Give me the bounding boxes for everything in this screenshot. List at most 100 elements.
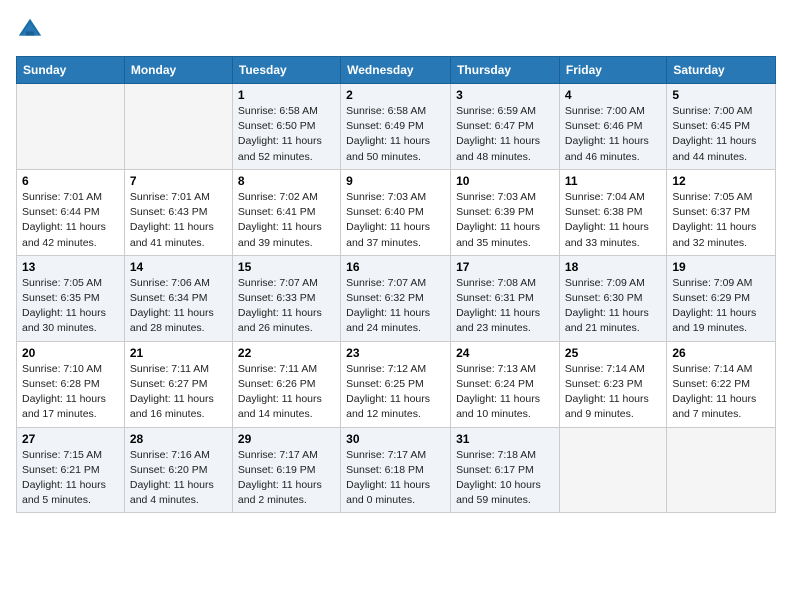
day-number: 17 [456,260,554,274]
calendar-cell: 24 Sunrise: 7:13 AM Sunset: 6:24 PM Dayli… [451,341,560,427]
calendar-cell: 10 Sunrise: 7:03 AM Sunset: 6:39 PM Dayli… [451,169,560,255]
day-info: Sunrise: 7:14 AM Sunset: 6:23 PM Dayligh… [565,362,661,423]
calendar-cell: 17Sunrise: 7:08 AM Sunset: 6:31 PM Dayli… [451,255,560,341]
day-info: Sunrise: 7:07 AM Sunset: 6:32 PM Dayligh… [346,276,445,337]
header-sunday: Sunday [17,57,125,84]
day-number: 5 [672,88,770,102]
day-number: 29 [238,432,335,446]
day-number: 25 [565,346,661,360]
calendar-cell: 12 Sunrise: 7:05 AM Sunset: 6:37 PM Dayli… [667,169,776,255]
calendar-cell: 25 Sunrise: 7:14 AM Sunset: 6:23 PM Dayli… [559,341,666,427]
day-info: Sunrise: 7:04 AM Sunset: 6:38 PM Dayligh… [565,190,661,251]
day-info: Sunrise: 6:59 AM Sunset: 6:47 PM Dayligh… [456,104,554,165]
day-number: 8 [238,174,335,188]
day-info: Sunrise: 7:15 AM Sunset: 6:21 PM Dayligh… [22,448,119,509]
calendar-cell: 15Sunrise: 7:07 AM Sunset: 6:33 PM Dayli… [232,255,340,341]
calendar-cell: 2Sunrise: 6:58 AM Sunset: 6:49 PM Daylig… [341,84,451,170]
calendar-cell: 19 Sunrise: 7:09 AM Sunset: 6:29 PM Dayli… [667,255,776,341]
day-number: 19 [672,260,770,274]
day-info: Sunrise: 7:17 AM Sunset: 6:18 PM Dayligh… [346,448,445,509]
day-number: 13 [22,260,119,274]
page-header [16,16,776,44]
day-number: 11 [565,174,661,188]
calendar-cell: 23 Sunrise: 7:12 AM Sunset: 6:25 PM Dayli… [341,341,451,427]
day-info: Sunrise: 7:10 AM Sunset: 6:28 PM Dayligh… [22,362,119,423]
day-number: 28 [130,432,227,446]
day-info: Sunrise: 7:05 AM Sunset: 6:37 PM Dayligh… [672,190,770,251]
calendar-cell: 31 Sunrise: 7:18 AM Sunset: 6:17 PM Dayli… [451,427,560,513]
days-header-row: SundayMondayTuesdayWednesdayThursdayFrid… [17,57,776,84]
header-tuesday: Tuesday [232,57,340,84]
calendar-cell: 5 Sunrise: 7:00 AM Sunset: 6:45 PM Daylig… [667,84,776,170]
header-thursday: Thursday [451,57,560,84]
calendar-table: SundayMondayTuesdayWednesdayThursdayFrid… [16,56,776,513]
calendar-cell: 27 Sunrise: 7:15 AM Sunset: 6:21 PM Dayli… [17,427,125,513]
day-number: 1 [238,88,335,102]
calendar-cell: 14 Sunrise: 7:06 AM Sunset: 6:34 PM Dayli… [124,255,232,341]
day-info: Sunrise: 7:11 AM Sunset: 6:26 PM Dayligh… [238,362,335,423]
calendar-cell: 11 Sunrise: 7:04 AM Sunset: 6:38 PM Dayli… [559,169,666,255]
day-number: 21 [130,346,227,360]
week-row-1: 1 Sunrise: 6:58 AM Sunset: 6:50 PM Daylig… [17,84,776,170]
week-row-3: 13 Sunrise: 7:05 AM Sunset: 6:35 PM Dayli… [17,255,776,341]
calendar-cell: 6 Sunrise: 7:01 AM Sunset: 6:44 PM Daylig… [17,169,125,255]
calendar-cell: 30Sunrise: 7:17 AM Sunset: 6:18 PM Dayli… [341,427,451,513]
day-info: Sunrise: 7:06 AM Sunset: 6:34 PM Dayligh… [130,276,227,337]
day-info: Sunrise: 7:01 AM Sunset: 6:44 PM Dayligh… [22,190,119,251]
calendar-cell: 1 Sunrise: 6:58 AM Sunset: 6:50 PM Daylig… [232,84,340,170]
calendar-cell: 4 Sunrise: 7:00 AM Sunset: 6:46 PM Daylig… [559,84,666,170]
day-info: Sunrise: 7:00 AM Sunset: 6:45 PM Dayligh… [672,104,770,165]
day-number: 12 [672,174,770,188]
calendar-cell: 29 Sunrise: 7:17 AM Sunset: 6:19 PM Dayli… [232,427,340,513]
day-info: Sunrise: 7:05 AM Sunset: 6:35 PM Dayligh… [22,276,119,337]
day-info: Sunrise: 7:02 AM Sunset: 6:41 PM Dayligh… [238,190,335,251]
day-info: Sunrise: 7:12 AM Sunset: 6:25 PM Dayligh… [346,362,445,423]
calendar-cell: 18 Sunrise: 7:09 AM Sunset: 6:30 PM Dayli… [559,255,666,341]
day-number: 23 [346,346,445,360]
calendar-cell [17,84,125,170]
day-info: Sunrise: 7:03 AM Sunset: 6:39 PM Dayligh… [456,190,554,251]
day-number: 10 [456,174,554,188]
day-info: Sunrise: 7:14 AM Sunset: 6:22 PM Dayligh… [672,362,770,423]
day-info: Sunrise: 7:13 AM Sunset: 6:24 PM Dayligh… [456,362,554,423]
day-info: Sunrise: 7:07 AM Sunset: 6:33 PM Dayligh… [238,276,335,337]
week-row-2: 6 Sunrise: 7:01 AM Sunset: 6:44 PM Daylig… [17,169,776,255]
calendar-cell: 26Sunrise: 7:14 AM Sunset: 6:22 PM Dayli… [667,341,776,427]
day-info: Sunrise: 7:00 AM Sunset: 6:46 PM Dayligh… [565,104,661,165]
calendar-cell: 7 Sunrise: 7:01 AM Sunset: 6:43 PM Daylig… [124,169,232,255]
week-row-5: 27 Sunrise: 7:15 AM Sunset: 6:21 PM Dayli… [17,427,776,513]
day-number: 24 [456,346,554,360]
day-info: Sunrise: 7:09 AM Sunset: 6:29 PM Dayligh… [672,276,770,337]
day-number: 9 [346,174,445,188]
day-number: 22 [238,346,335,360]
header-friday: Friday [559,57,666,84]
calendar-cell: 22 Sunrise: 7:11 AM Sunset: 6:26 PM Dayli… [232,341,340,427]
header-saturday: Saturday [667,57,776,84]
day-number: 6 [22,174,119,188]
day-number: 2 [346,88,445,102]
day-info: Sunrise: 7:01 AM Sunset: 6:43 PM Dayligh… [130,190,227,251]
day-info: Sunrise: 7:17 AM Sunset: 6:19 PM Dayligh… [238,448,335,509]
day-info: Sunrise: 6:58 AM Sunset: 6:50 PM Dayligh… [238,104,335,165]
calendar-cell [124,84,232,170]
day-info: Sunrise: 7:11 AM Sunset: 6:27 PM Dayligh… [130,362,227,423]
week-row-4: 20 Sunrise: 7:10 AM Sunset: 6:28 PM Dayli… [17,341,776,427]
day-number: 3 [456,88,554,102]
day-number: 16 [346,260,445,274]
day-info: Sunrise: 7:18 AM Sunset: 6:17 PM Dayligh… [456,448,554,509]
day-number: 7 [130,174,227,188]
calendar-cell: 8 Sunrise: 7:02 AM Sunset: 6:41 PM Daylig… [232,169,340,255]
header-wednesday: Wednesday [341,57,451,84]
logo-icon [16,16,44,44]
day-number: 31 [456,432,554,446]
day-number: 4 [565,88,661,102]
day-number: 27 [22,432,119,446]
calendar-cell: 28Sunrise: 7:16 AM Sunset: 6:20 PM Dayli… [124,427,232,513]
day-number: 18 [565,260,661,274]
header-monday: Monday [124,57,232,84]
day-number: 14 [130,260,227,274]
calendar-cell: 9Sunrise: 7:03 AM Sunset: 6:40 PM Daylig… [341,169,451,255]
day-info: Sunrise: 7:09 AM Sunset: 6:30 PM Dayligh… [565,276,661,337]
calendar-cell: 21 Sunrise: 7:11 AM Sunset: 6:27 PM Dayli… [124,341,232,427]
day-number: 20 [22,346,119,360]
